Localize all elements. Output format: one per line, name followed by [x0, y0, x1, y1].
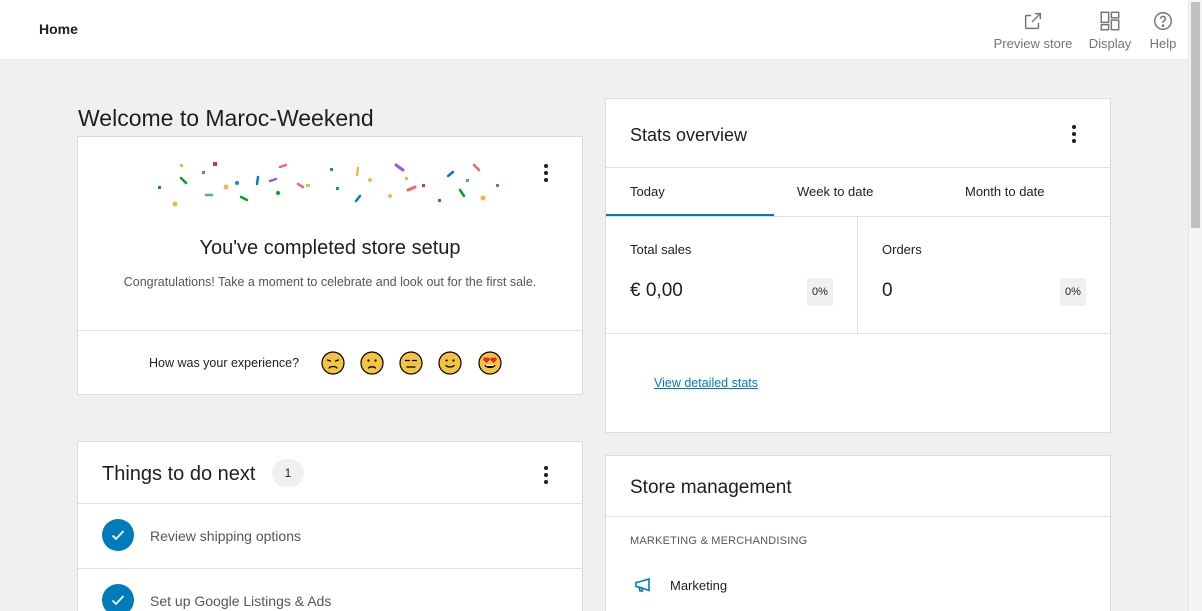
scrollbar-thumb[interactable]: [1191, 2, 1200, 228]
orders-stat[interactable]: Orders 0 0%: [858, 217, 1110, 333]
celebration-more-menu-button[interactable]: [536, 162, 556, 186]
feedback-label: How was your experience?: [149, 356, 300, 370]
divider: [606, 333, 1110, 334]
divider: [78, 330, 582, 331]
task-label: Review shipping options: [150, 528, 301, 544]
external-link-icon: [1024, 12, 1042, 30]
display-button[interactable]: Display: [1088, 10, 1132, 51]
store-management-title: Store management: [630, 477, 792, 498]
confetti-decoration: [158, 162, 499, 207]
page-title: Home: [39, 21, 78, 37]
help-circle-icon: [1154, 12, 1172, 30]
tab-month-to-date[interactable]: Month to date: [965, 168, 1045, 216]
todo-title: Things to do next: [102, 463, 256, 485]
tab-today[interactable]: Today: [630, 168, 665, 216]
stats-more-menu-button[interactable]: [1064, 123, 1084, 147]
stat-delta-badge: 0%: [1060, 278, 1086, 306]
help-label: Help: [1149, 36, 1177, 51]
stat-label: Orders: [882, 242, 922, 257]
view-detailed-stats-link[interactable]: View detailed stats: [654, 376, 758, 390]
marketing-label: Marketing: [670, 578, 728, 593]
page-scrollbar[interactable]: [1188, 0, 1202, 611]
task-review-shipping[interactable]: Review shipping options: [78, 504, 582, 568]
layout-grid-icon: [1100, 11, 1120, 31]
divider: [606, 516, 1110, 517]
dissatisfied-emoji[interactable]: [360, 351, 384, 375]
stat-value: 0: [882, 280, 893, 301]
satisfied-emoji[interactable]: [438, 351, 462, 375]
section-heading: MARKETING & MERCHANDISING: [630, 535, 808, 547]
top-header: Home Preview store Display Help: [0, 0, 1188, 59]
display-label: Display: [1088, 36, 1132, 51]
todo-count-badge: 1: [272, 459, 304, 487]
tab-week-to-date[interactable]: Week to date: [797, 168, 873, 216]
stat-label: Total sales: [630, 242, 692, 257]
setup-complete-subtitle: Congratulations! Take a moment to celebr…: [123, 275, 537, 289]
preview-store-label: Preview store: [993, 36, 1073, 51]
store-management-card: Store management MARKETING & MERCHANDISI…: [605, 455, 1111, 611]
setup-complete-title: You've completed store setup: [199, 237, 461, 259]
stats-overview-card: Stats overview Today Week to date Month …: [605, 98, 1111, 433]
task-label: Set up Google Listings & Ads: [150, 593, 332, 609]
very-satisfied-emoji[interactable]: [478, 351, 502, 375]
task-google-listings[interactable]: Set up Google Listings & Ads: [78, 569, 582, 611]
total-sales-stat[interactable]: Total sales € 0,00 0%: [606, 217, 857, 333]
setup-complete-card: You've completed store setup Congratulat…: [77, 136, 583, 395]
neutral-emoji[interactable]: [399, 351, 423, 375]
stat-delta-badge: 0%: [807, 278, 833, 306]
task-complete-check-icon: [102, 584, 134, 611]
task-complete-check-icon: [102, 519, 134, 551]
stats-title: Stats overview: [630, 125, 748, 145]
help-button[interactable]: Help: [1145, 10, 1181, 51]
very-dissatisfied-emoji[interactable]: [321, 351, 345, 375]
welcome-heading: Welcome to Maroc-Weekend: [78, 105, 374, 131]
preview-store-button[interactable]: Preview store: [993, 10, 1073, 51]
todo-more-menu-button[interactable]: [536, 464, 556, 488]
things-to-do-card: Things to do next 1 Review shipping opti…: [77, 441, 583, 611]
stat-value: € 0,00: [630, 280, 683, 301]
megaphone-icon: [635, 577, 650, 592]
